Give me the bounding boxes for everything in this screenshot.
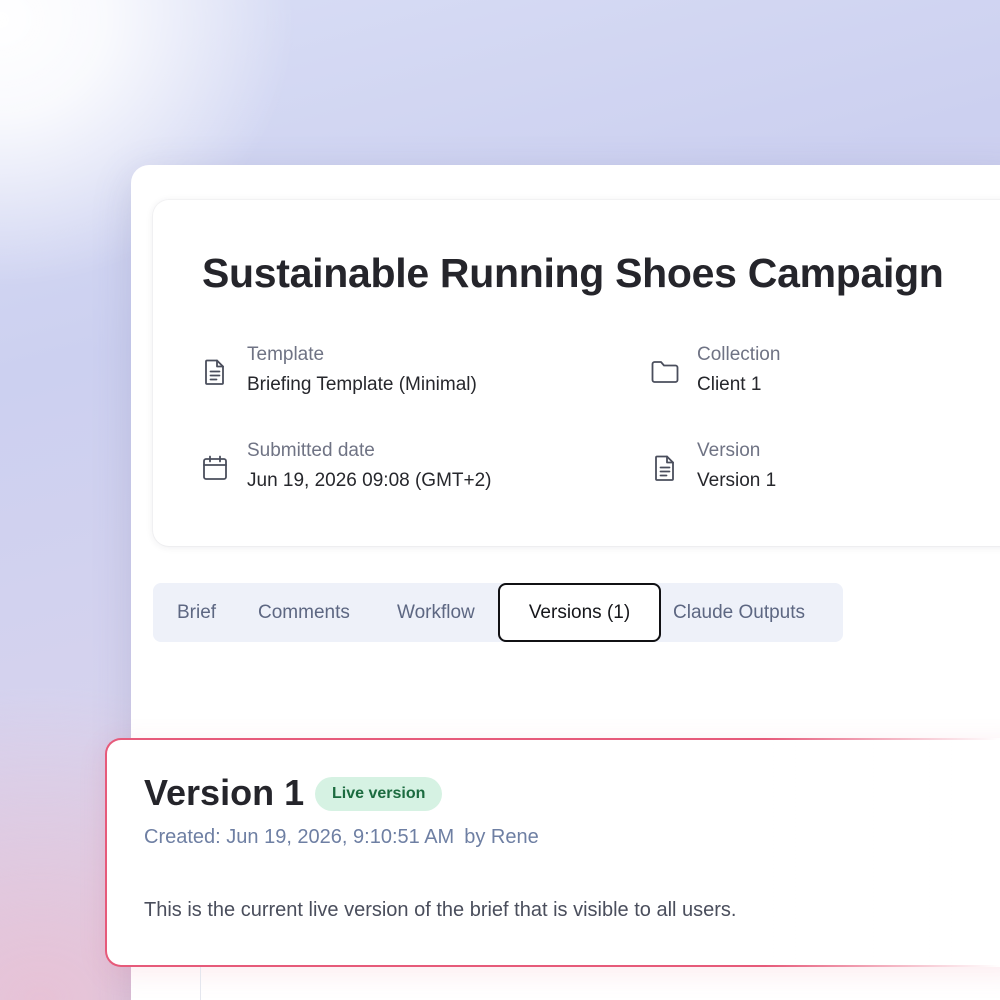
tab-workflow[interactable]: Workflow xyxy=(397,583,475,642)
meta-collection-label: Collection xyxy=(697,344,781,365)
meta-collection-value: Client 1 xyxy=(697,374,762,395)
tab-bar: Brief Comments Workflow Versions (1) Cla… xyxy=(153,583,843,642)
calendar-icon xyxy=(200,453,230,483)
meta-submitted-date: Submitted date Jun 19, 2026 09:08 (GMT+2… xyxy=(200,438,492,498)
meta-submitted-value: Jun 19, 2026 09:08 (GMT+2) xyxy=(247,470,492,491)
meta-version-value: Version 1 xyxy=(697,470,777,491)
document-icon xyxy=(650,453,680,483)
version-author: by Rene xyxy=(464,826,539,848)
tab-brief[interactable]: Brief xyxy=(177,583,216,642)
document-icon xyxy=(200,357,230,387)
meta-template-value: Briefing Template (Minimal) xyxy=(247,374,477,395)
version-created-date: Created: Jun 19, 2026, 9:10:51 AM xyxy=(144,826,455,848)
meta-collection: Collection Client 1 xyxy=(650,342,780,402)
meta-submitted-label: Submitted date xyxy=(247,440,375,461)
version-title: Version 1 xyxy=(144,772,305,813)
tab-claude-outputs[interactable]: Claude Outputs xyxy=(673,583,805,642)
divider xyxy=(200,967,201,1000)
meta-version: Version Version 1 xyxy=(650,438,776,498)
version-created-info: Created: Jun 19, 2026, 9:10:51 AM by Rene xyxy=(144,826,539,849)
page-title: Sustainable Running Shoes Campaign xyxy=(202,250,944,296)
version-description: This is the current live version of the … xyxy=(144,899,737,921)
live-version-badge: Live version xyxy=(315,777,443,811)
meta-template: Template Briefing Template (Minimal) xyxy=(200,342,477,402)
folder-icon xyxy=(650,357,680,387)
meta-template-label: Template xyxy=(247,344,325,365)
meta-version-label: Version xyxy=(697,440,761,461)
tab-versions[interactable]: Versions (1) xyxy=(498,583,661,642)
tab-comments[interactable]: Comments xyxy=(258,583,350,642)
